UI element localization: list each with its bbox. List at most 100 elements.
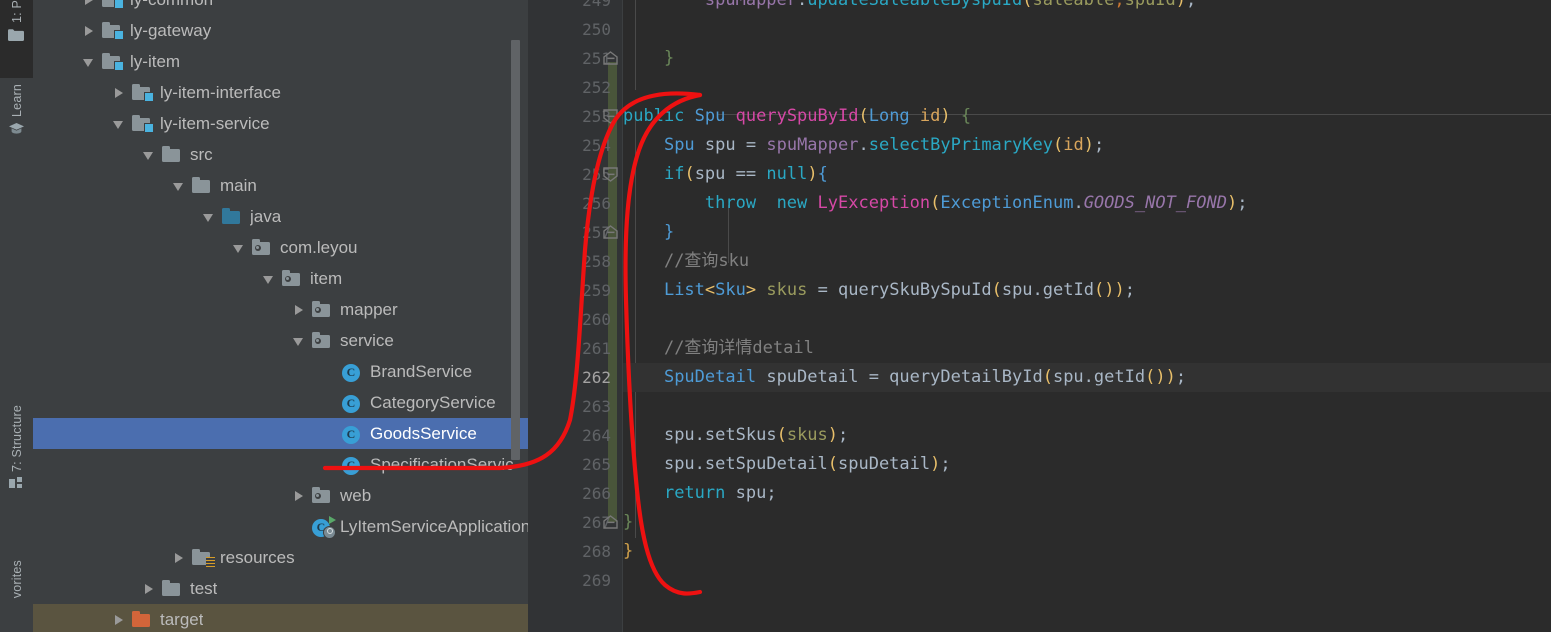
project-toolwindow-button[interactable]: 1: P <box>0 0 33 78</box>
structure-toolwindow-button[interactable]: 7: Structure <box>0 405 33 523</box>
project-tree[interactable]: ly-common ly-gateway ly-item ly-item-interf… <box>33 0 528 632</box>
line-number: 253 <box>582 107 611 126</box>
module-folder-icon <box>131 83 154 102</box>
chevron-right-icon[interactable] <box>81 0 97 8</box>
code-line[interactable]: spu.setSpuDetail(spuDetail); <box>623 450 1551 479</box>
chevron-right-icon[interactable] <box>111 85 127 101</box>
chevron-down-icon[interactable] <box>171 178 187 194</box>
favorites-toolwindow-button[interactable]: vorites <box>0 560 33 632</box>
code-line[interactable]: spuMapper.updateSaleableByspuId(saleable… <box>623 0 1551 15</box>
tree-item-test[interactable]: test <box>33 573 528 604</box>
tree-item-lyitemserviceapplication[interactable]: C LyItemServiceApplication <box>33 511 528 542</box>
project-tree-scrollbar-thumb[interactable] <box>511 40 520 460</box>
chevron-down-icon[interactable] <box>111 116 127 132</box>
code-line[interactable]: spu.setSkus(skus); <box>623 421 1551 450</box>
code-line[interactable]: //查询sku <box>623 247 1551 276</box>
tree-item-goodsservice[interactable]: C GoodsService <box>33 418 528 449</box>
project-tree-scrollbar-track[interactable] <box>511 0 524 632</box>
line-number: 260 <box>582 310 611 329</box>
fold-region-end-icon[interactable] <box>603 225 620 240</box>
code-line[interactable] <box>623 15 1551 44</box>
tree-item-ly-item[interactable]: ly-item <box>33 46 528 77</box>
tree-item-brandservice[interactable]: C BrandService <box>33 356 528 387</box>
chevron-right-icon[interactable] <box>171 550 187 566</box>
line-number: 263 <box>582 397 611 416</box>
tree-item-resources[interactable]: resources <box>33 542 528 573</box>
chevron-right-icon[interactable] <box>111 612 127 628</box>
tree-item-specificationservic[interactable]: C SpecificationServic <box>33 449 528 480</box>
tree-item-web[interactable]: web <box>33 480 528 511</box>
chevron-down-icon[interactable] <box>141 147 157 163</box>
tree-item-ly-item-interface[interactable]: ly-item-interface <box>33 77 528 108</box>
code-line[interactable]: } <box>623 508 1551 537</box>
tree-item-com-leyou[interactable]: com.leyou <box>33 232 528 263</box>
code-line[interactable]: SpuDetail spuDetail = queryDetailById(sp… <box>623 363 1551 392</box>
chevron-down-icon[interactable] <box>201 209 217 225</box>
tree-item-src[interactable]: src <box>33 139 528 170</box>
tree-item-target[interactable]: target <box>33 604 528 632</box>
tree-item-label: src <box>190 144 213 164</box>
folder-icon <box>161 579 183 598</box>
tree-item-ly-item-service[interactable]: ly-item-service <box>33 108 528 139</box>
tree-item-label: resources <box>220 547 295 567</box>
class-icon: C <box>341 394 363 413</box>
tree-item-service[interactable]: service <box>33 325 528 356</box>
code-line[interactable]: List<Sku> skus = querySkuBySpuId(spu.get… <box>623 276 1551 305</box>
left-tool-strip: 1: P Learn 7: Structure vorites <box>0 0 34 632</box>
chevron-right-icon[interactable] <box>141 581 157 597</box>
code-line[interactable] <box>623 73 1551 102</box>
tree-item-item[interactable]: item <box>33 263 528 294</box>
tree-item-java[interactable]: java <box>33 201 528 232</box>
excluded-folder-icon <box>131 610 153 629</box>
chevron-right-icon[interactable] <box>291 302 307 318</box>
favorites-toolwindow-label: vorites <box>9 560 24 599</box>
tree-item-label: mapper <box>340 299 398 319</box>
fold-region-start-icon[interactable] <box>603 167 620 182</box>
code-line[interactable]: } <box>623 537 1551 566</box>
code-line[interactable] <box>623 392 1551 421</box>
code-line[interactable]: Spu spu = spuMapper.selectByPrimaryKey(i… <box>623 131 1551 160</box>
source-folder-icon <box>221 207 243 226</box>
class-icon: C <box>341 425 363 444</box>
tree-item-mapper[interactable]: mapper <box>33 294 528 325</box>
code-line[interactable] <box>623 305 1551 334</box>
fold-region-start-icon[interactable] <box>603 109 620 124</box>
tree-item-label: ly-item-service <box>160 113 270 133</box>
code-line[interactable]: public Spu querySpuById(Long id) { <box>623 102 1551 131</box>
tree-item-label: com.leyou <box>280 237 358 257</box>
tree-item-label: java <box>250 206 282 226</box>
tree-item-label: SpecificationServic <box>370 454 514 474</box>
code-line[interactable] <box>623 566 1551 595</box>
editor-gutter[interactable]: 249 250 251 252 253 254 255 256 257 258 259 260 261 2… <box>528 0 623 632</box>
chevron-down-icon[interactable] <box>81 54 97 70</box>
chevron-down-icon[interactable] <box>291 333 307 349</box>
fold-region-end-icon[interactable] <box>603 515 620 530</box>
chevron-right-icon[interactable] <box>291 488 307 504</box>
project-toolwindow-label: 1: P <box>9 0 24 24</box>
module-folder-icon <box>101 52 124 71</box>
code-line[interactable]: return spu; <box>623 479 1551 508</box>
code-line[interactable]: } <box>623 44 1551 73</box>
tree-item-ly-gateway[interactable]: ly-gateway <box>33 15 528 46</box>
package-icon <box>281 269 303 288</box>
code-editor[interactable]: 249 250 251 252 253 254 255 256 257 258 259 260 261 2… <box>528 0 1551 632</box>
ide-window: 1: P Learn 7: Structure vorites ly-commo… <box>0 0 1551 632</box>
tree-item-main[interactable]: main <box>33 170 528 201</box>
code-line[interactable]: if(spu == null){ <box>623 160 1551 189</box>
chevron-right-icon[interactable] <box>81 23 97 39</box>
code-line[interactable]: } <box>623 218 1551 247</box>
tree-item-label: ly-item-interface <box>160 82 281 102</box>
tree-item-categoryservice[interactable]: C CategoryService <box>33 387 528 418</box>
line-number: 258 <box>582 252 611 271</box>
tree-item-label: ly-gateway <box>130 20 212 40</box>
learn-toolwindow-button[interactable]: Learn <box>0 84 33 156</box>
tree-item-label: service <box>340 330 394 350</box>
chevron-down-icon[interactable] <box>231 240 247 256</box>
chevron-down-icon[interactable] <box>261 271 277 287</box>
code-text-area[interactable]: spuMapper.updateSaleableByspuId(saleable… <box>623 0 1551 632</box>
package-icon <box>311 300 333 319</box>
code-line[interactable]: //查询详情detail <box>623 334 1551 363</box>
fold-region-end-icon[interactable] <box>603 51 620 66</box>
tree-item-ly-common[interactable]: ly-common <box>33 0 528 15</box>
code-line[interactable]: throw new LyException(ExceptionEnum.GOOD… <box>623 189 1551 218</box>
